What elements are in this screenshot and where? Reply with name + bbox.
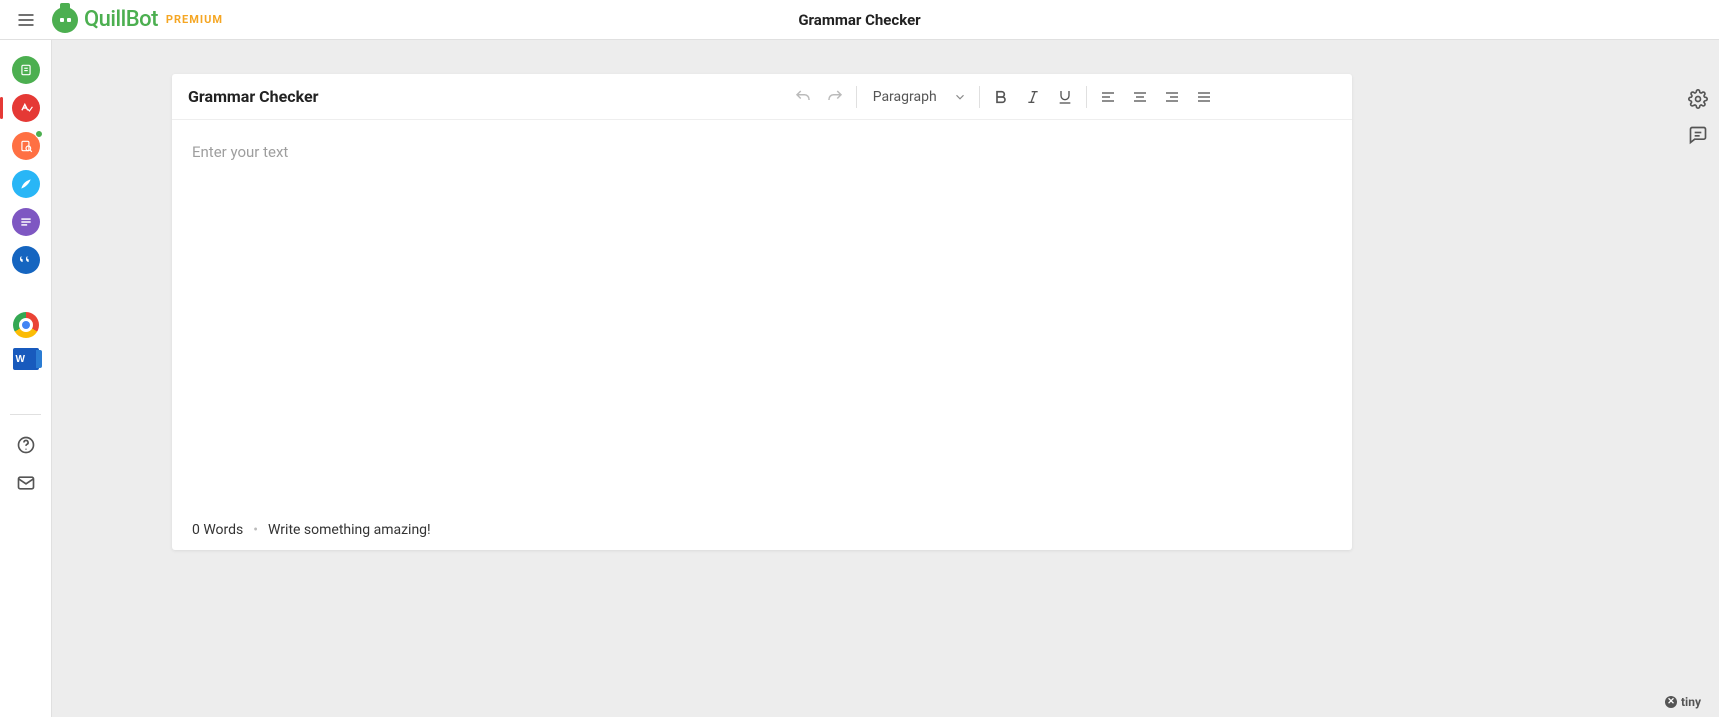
brand-logo[interactable]: QuillBot PREMIUM — [52, 7, 223, 33]
editor-title: Grammar Checker — [188, 87, 318, 106]
chevron-down-icon — [953, 90, 967, 104]
editor-textarea[interactable]: Enter your text — [172, 120, 1352, 510]
italic-button[interactable] — [1018, 82, 1048, 112]
editor-toolbar: Grammar Checker Paragraph — [172, 74, 1352, 120]
tiny-label: tiny — [1681, 695, 1701, 709]
word-count-label: 0 Words — [192, 522, 243, 538]
chrome-icon — [22, 321, 30, 329]
page-title: Grammar Checker — [798, 11, 920, 29]
sidebar-item-grammar-checker[interactable] — [12, 94, 40, 122]
redo-button[interactable] — [820, 82, 850, 112]
brand-mark-icon — [52, 7, 78, 33]
align-center-icon — [1132, 89, 1148, 105]
brand-name: QuillBot — [84, 7, 158, 32]
sidebar-item-summarizer[interactable] — [12, 208, 40, 236]
bold-icon — [993, 89, 1009, 105]
menu-toggle-button[interactable] — [0, 0, 52, 40]
footer-tip: Write something amazing! — [268, 522, 431, 538]
paraphraser-icon — [19, 63, 33, 77]
right-rail — [1685, 86, 1711, 148]
sidebar-item-paraphraser[interactable] — [12, 56, 40, 84]
bold-button[interactable] — [986, 82, 1016, 112]
align-right-icon — [1164, 89, 1180, 105]
feedback-button[interactable] — [1685, 122, 1711, 148]
sidebar-item-chrome-extension[interactable] — [13, 312, 39, 338]
rail-divider — [10, 414, 41, 415]
tiny-attribution[interactable]: ✕ tiny — [1665, 695, 1701, 709]
sidebar-item-contact[interactable] — [12, 469, 40, 497]
toolbar-separator — [979, 86, 980, 108]
active-indicator — [0, 97, 3, 119]
undo-icon — [794, 88, 812, 106]
sidebar-item-word-extension[interactable]: W — [13, 348, 39, 370]
gear-icon — [1688, 89, 1708, 109]
left-nav-rail: W — [0, 40, 52, 717]
toolbar-separator — [856, 86, 857, 108]
app-header: QuillBot PREMIUM Grammar Checker — [0, 0, 1719, 40]
align-justify-button[interactable] — [1189, 82, 1219, 112]
help-icon — [16, 435, 36, 455]
notification-badge-icon — [35, 130, 43, 138]
summarizer-icon — [19, 215, 33, 229]
plagiarism-checker-icon — [19, 139, 33, 153]
align-center-button[interactable] — [1125, 82, 1155, 112]
align-left-button[interactable] — [1093, 82, 1123, 112]
premium-badge: PREMIUM — [166, 13, 223, 26]
editor-placeholder: Enter your text — [192, 143, 288, 161]
align-right-button[interactable] — [1157, 82, 1187, 112]
align-left-icon — [1100, 89, 1116, 105]
word-icon: W — [16, 354, 25, 365]
mail-icon — [16, 473, 36, 493]
hamburger-icon — [16, 10, 36, 30]
toolbar-separator — [1086, 86, 1087, 108]
sidebar-item-help[interactable] — [12, 431, 40, 459]
format-select[interactable]: Paragraph — [863, 82, 973, 112]
citation-generator-icon — [18, 252, 34, 268]
editor-footer: 0 Words • Write something amazing! — [172, 510, 1352, 550]
sidebar-item-co-writer[interactable] — [12, 170, 40, 198]
tiny-logo-icon: ✕ — [1665, 696, 1677, 708]
sidebar-item-plagiarism-checker[interactable] — [12, 132, 40, 160]
undo-button[interactable] — [788, 82, 818, 112]
align-justify-icon — [1196, 89, 1212, 105]
italic-icon — [1025, 89, 1041, 105]
feedback-icon — [1688, 125, 1708, 145]
settings-button[interactable] — [1685, 86, 1711, 112]
editor-card: Grammar Checker Paragraph — [172, 74, 1352, 550]
co-writer-icon — [19, 177, 33, 191]
main-content: Grammar Checker Paragraph — [52, 40, 1719, 717]
separator-dot-icon: • — [253, 522, 258, 538]
underline-button[interactable] — [1050, 82, 1080, 112]
sidebar-item-citation-generator[interactable] — [12, 246, 40, 274]
grammar-checker-icon — [19, 101, 33, 115]
redo-icon — [826, 88, 844, 106]
underline-icon — [1057, 89, 1073, 105]
format-select-value: Paragraph — [873, 89, 937, 105]
